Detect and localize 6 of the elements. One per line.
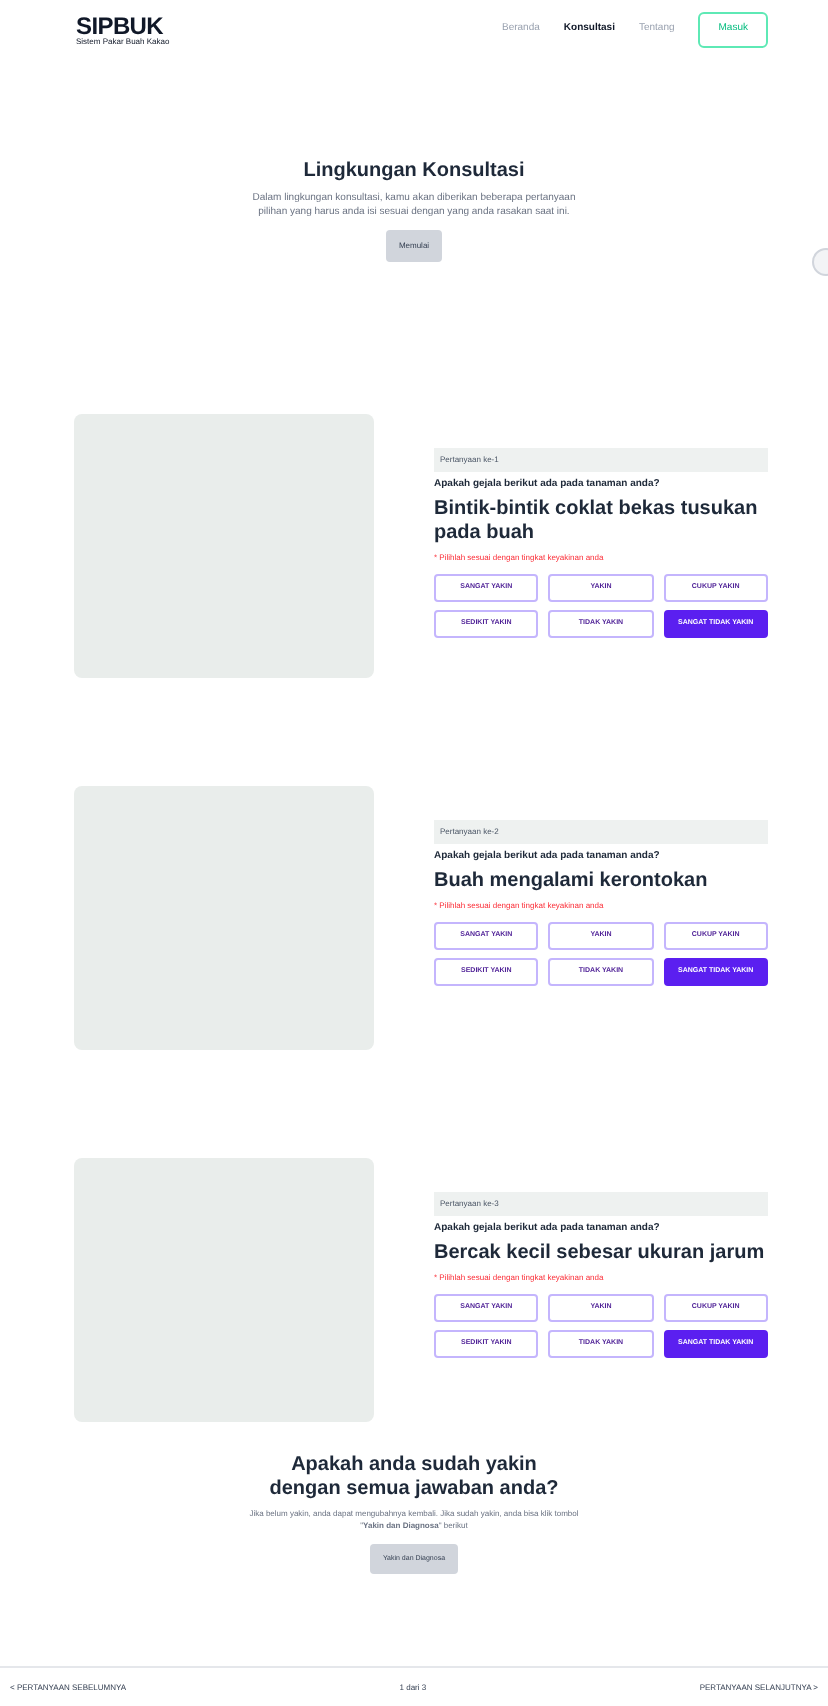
confirm-title: Apakah anda sudah yakin dengan semua jawaban anda?	[267, 1454, 561, 1502]
symptom-title: Bintik-bintik coklat bekas tusukan pada buah	[434, 497, 760, 545]
symptom-title: Buah mengalami kerontokan	[434, 869, 710, 893]
symptom-title: Bercak kecil sebesar ukuran jarum	[434, 1241, 767, 1265]
hero-title: Lingkungan Konsultasi	[303, 158, 525, 186]
logo: SIPBUK	[76, 14, 164, 38]
